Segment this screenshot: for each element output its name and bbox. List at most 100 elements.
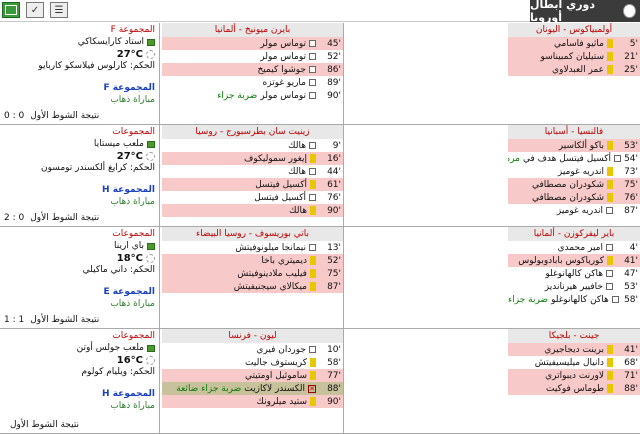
competition-title: دوري أبطال أوروبا [530, 0, 640, 24]
player-name: فيليب ملادينوفيتش [237, 268, 307, 279]
goal-icon [309, 142, 316, 149]
event-minute: 52' [327, 51, 341, 62]
player-name: أكسيل فيتسل هدف في [522, 153, 612, 164]
event-row: 16' إيغور سموليكوف [162, 152, 343, 165]
event-row: 68' دانيال ميليسيفيتش [508, 356, 640, 369]
goal-icon [309, 40, 316, 47]
stadium-icon [147, 38, 155, 46]
player-name: هاكن كالهانوغلو [551, 294, 609, 305]
match-info: المجموعة F استاد كارايسكاكي 27°C الحكم: كار… [0, 23, 160, 124]
team-column: باير ليفركوزن - ألمانيا 4' امير محمدي 41' كو… [508, 227, 640, 328]
refresh-check-icon[interactable]: ✓ [26, 2, 44, 18]
event-minute: 10' [327, 344, 341, 355]
event-row: 75' فيليب ملادينوفيتش [162, 267, 343, 280]
team-column: جينت - بلجيكا 41' برينت ديجاجيري 68' دانيال … [508, 329, 640, 433]
weather-line: 27°C [0, 48, 159, 60]
team-header[interactable]: زينيت سان بطرسبورج - روسيا [162, 125, 343, 139]
event-row: 9' هالك [162, 139, 343, 152]
weather-line: 27°C [0, 150, 159, 162]
halftime-score: 2 : 0 [4, 213, 25, 223]
event-row: 61' أكسيل فيتسل [162, 178, 343, 191]
player-name: ستيليان كمبيناسو [540, 51, 604, 62]
leg-label: مباراة ذهاب [110, 95, 155, 105]
player-name: شكودران مصطافي [531, 179, 604, 190]
yellow-card-icon [607, 52, 613, 61]
event-row: 76' شكودران مصطافي [508, 191, 640, 204]
event-minute: 44' [327, 166, 341, 177]
event-row: 53' خافيير هيرنانديز [508, 280, 640, 293]
team-header[interactable]: باتي بوريسوف - روسيا البيضاء [162, 227, 343, 241]
halftime-label: نتيجة الشوط الأول [30, 213, 100, 223]
group-label: المجموعة H [102, 185, 155, 195]
team-header[interactable]: أولمبياكوس - اليونان [508, 23, 640, 37]
yellow-card-icon [310, 282, 316, 291]
list-icon[interactable]: ☰ [50, 2, 68, 18]
player-name: لاورنت ديبواتري [545, 370, 604, 381]
team-column: فالنسيا - أسبانيا 53' باكو ألكاسير 54' أكسيل… [508, 125, 640, 226]
player-name: توماس مولر [260, 38, 306, 49]
player-name: شكودران مصطافي [531, 192, 604, 203]
event-row: 10' جوردان فيري [162, 343, 343, 356]
group-label: المجموعة H [102, 389, 155, 399]
event-row: 87' ميكالاي سيجنيفيتش [162, 280, 343, 293]
leg-label: مباراة ذهاب [110, 299, 155, 309]
group-label: المجموعة F [103, 83, 155, 93]
match-block: المجموعات ملعب ميستايا 27°C الحكم: كرايغ أل… [0, 125, 640, 227]
yellow-card-icon [607, 256, 613, 265]
event-minute: 76' [327, 192, 341, 203]
stadium-line: استاد كارايسكاكي [0, 36, 159, 48]
event-row: 44' هالك [162, 165, 343, 178]
goal-icon [606, 283, 613, 290]
referee: الحكم: داني ماكيلي [82, 265, 155, 275]
football-icon [623, 4, 636, 18]
team-header[interactable]: جينت - بلجيكا [508, 329, 640, 343]
pitch-icon[interactable] [2, 2, 20, 18]
event-note: ضربة جزاء [508, 294, 549, 305]
event-row: 25' عمر العبدلاوي [508, 63, 640, 76]
player-name: عمر العبدلاوي [552, 64, 604, 75]
yellow-card-icon [607, 358, 613, 367]
event-row: 77' ساموئيل اومتيتي [162, 369, 343, 382]
leg-label: مباراة ذهاب [110, 401, 155, 411]
event-minute: 71' [624, 370, 638, 381]
event-minute: 87' [327, 281, 341, 292]
yellow-card-icon [310, 269, 316, 278]
player-name: جوردان فيري [256, 344, 306, 355]
event-row: 73' اندريه غوميز [508, 165, 640, 178]
match-block: المجموعات ملعب جولس أوتن 16°C الحكم: ويليام… [0, 329, 640, 434]
referee: الحكم: ويليام كولوم [81, 367, 155, 377]
event-minute: 75' [624, 179, 638, 190]
team-header[interactable]: فالنسيا - أسبانيا [508, 125, 640, 139]
event-row: 87' اندريه غوميز [508, 204, 640, 217]
halftime-label: نتيجة الشوط الأول [30, 315, 100, 325]
group-header: المجموعات [112, 126, 155, 137]
player-name: أكسيل فيتسل [255, 179, 307, 190]
stadium-line: ملعب جولس أوتن [0, 342, 159, 354]
goal-icon [309, 66, 316, 73]
stadium-name: استاد كارايسكاكي [77, 37, 144, 47]
player-name: إيغور سموليكوف [243, 153, 307, 164]
event-minute: 53' [624, 281, 638, 292]
event-row: 4' امير محمدي [508, 241, 640, 254]
event-minute: 68' [624, 357, 638, 368]
event-row: 41' كورياكوس بابادوبولوس [508, 254, 640, 267]
yellow-card-icon [310, 154, 316, 163]
yellow-card-icon [310, 180, 316, 189]
group-header: المجموعات [112, 330, 155, 341]
goal-icon [614, 155, 622, 162]
event-row: 58' هاكن كالهانوغلو ضربة جزاء [508, 293, 640, 306]
stadium-name: ملعب جولس أوتن [76, 343, 144, 353]
team-header[interactable]: باير ليفركوزن - ألمانيا [508, 227, 640, 241]
yellow-card-icon [607, 384, 613, 393]
temperature: 18°C [116, 252, 143, 264]
match-info: المجموعات ملعب ميستايا 27°C الحكم: كرايغ أل… [0, 125, 160, 226]
event-minute: 54' [624, 153, 638, 164]
team-header[interactable]: ليون - فرنسا [162, 329, 343, 343]
team-header[interactable]: بايرن ميونيخ - ألمانيا [162, 23, 343, 37]
halftime-result: نتيجة الشوط الأول 1 : 1 [4, 315, 99, 325]
event-minute: 5' [629, 38, 638, 49]
weather-icon [146, 151, 155, 161]
